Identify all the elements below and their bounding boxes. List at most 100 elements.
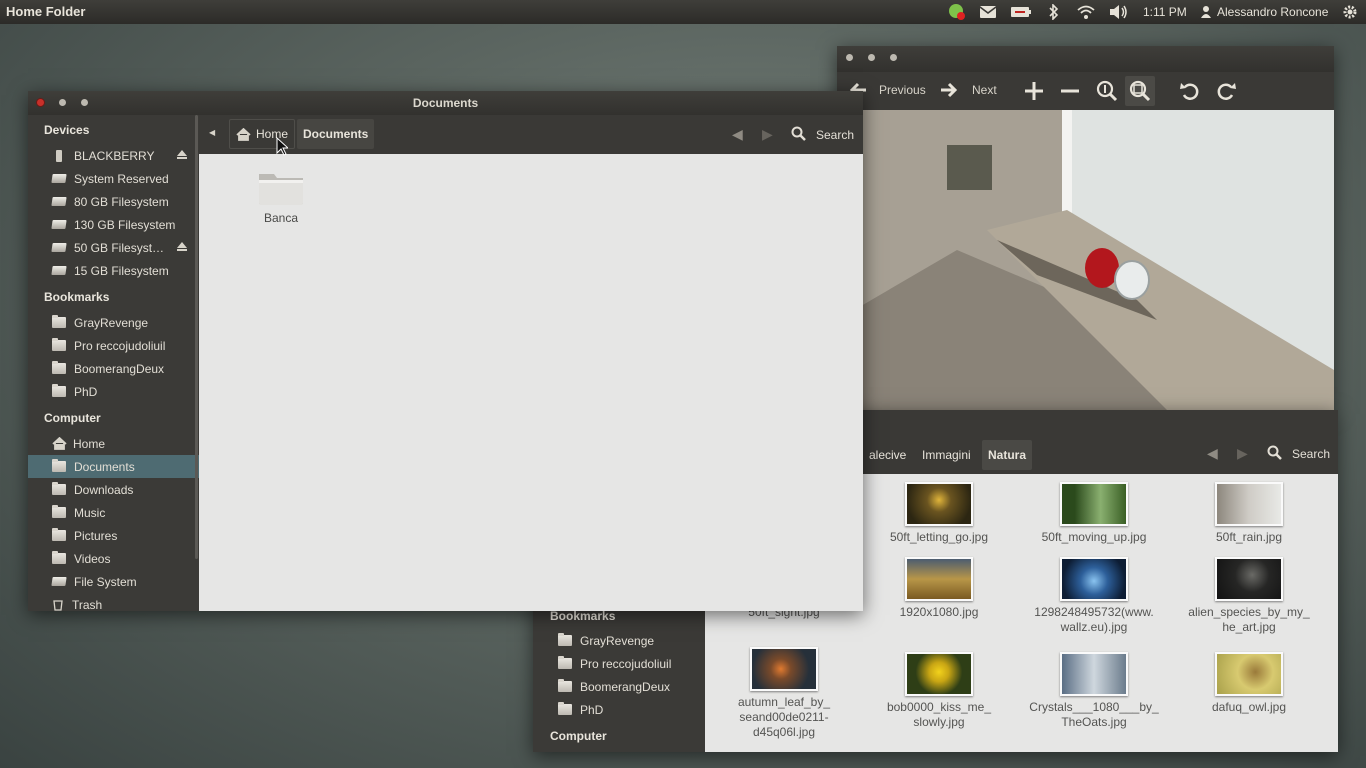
image-thumbnail xyxy=(1215,557,1283,601)
search-icon[interactable] xyxy=(1267,445,1283,464)
file-item[interactable]: alien_species_by_my_ he_art.jpg xyxy=(1173,557,1325,635)
sidebar-item-boomerangdeux[interactable]: BoomerangDeux xyxy=(558,675,670,698)
sidebar-item-phd[interactable]: PhD xyxy=(558,698,603,721)
sidebar-item-label: BoomerangDeux xyxy=(74,361,165,376)
minimize-button[interactable] xyxy=(868,54,875,61)
sidebar-item-50gb[interactable]: 50 GB Filesyst… xyxy=(51,236,164,259)
file-item[interactable]: autumn_leaf_by_ seand00de0211- d45q06l.j… xyxy=(708,647,860,740)
sidebar-item-phd[interactable]: PhD xyxy=(52,380,97,403)
user-name[interactable]: Alessandro Roncone xyxy=(1217,5,1328,19)
sidebar-item-label: GrayRevenge xyxy=(580,633,655,648)
sidebar-item-label: Videos xyxy=(74,551,111,566)
rotate-left-icon[interactable] xyxy=(1179,80,1201,105)
rotate-right-icon[interactable] xyxy=(1215,80,1237,105)
zoom-in-icon[interactable] xyxy=(1023,80,1045,105)
sidebar-item-label: 15 GB Filesystem xyxy=(74,263,169,278)
sidebar-item-80gb[interactable]: 80 GB Filesystem xyxy=(51,190,169,213)
computer-header: Computer xyxy=(44,411,101,425)
sidebar-item-grayrevenge[interactable]: GrayRevenge xyxy=(558,629,654,652)
file-item[interactable]: 50ft_letting_go.jpg xyxy=(863,482,1015,545)
volume-icon[interactable] xyxy=(1107,3,1129,21)
file-item[interactable]: Crystals___1080___by_ TheOats.jpg xyxy=(1018,652,1170,730)
sidebar-item-documents[interactable]: Documents xyxy=(28,455,199,478)
sidebar-item-system-reserved[interactable]: System Reserved xyxy=(51,167,169,190)
file-view[interactable]: Banca xyxy=(199,154,863,611)
normal-size-icon[interactable] xyxy=(1095,79,1119,106)
image-thumbnail xyxy=(750,647,818,691)
back-arrow-icon[interactable]: ◀ xyxy=(732,126,743,143)
messaging-indicator-icon[interactable] xyxy=(947,3,967,21)
folder-icon xyxy=(52,384,66,397)
maximize-button[interactable] xyxy=(890,54,897,61)
sidebar-item-grayrevenge[interactable]: GrayRevenge xyxy=(52,311,148,334)
sidebar-item-label: 80 GB Filesystem xyxy=(74,194,169,209)
breadcrumb-alecive[interactable]: alecive xyxy=(863,440,912,470)
breadcrumb-documents[interactable]: Documents xyxy=(297,119,375,149)
sidebar-item-label: BLACKBERRY xyxy=(74,148,155,163)
wifi-icon[interactable] xyxy=(1075,3,1097,21)
sidebar-item-trash[interactable]: Trash xyxy=(52,593,102,616)
sidebar-item-videos[interactable]: Videos xyxy=(52,547,110,570)
file-name: 50ft_moving_up.jpg xyxy=(1041,530,1147,544)
sidebar-scrollbar[interactable] xyxy=(195,115,198,559)
search-icon[interactable] xyxy=(791,126,807,145)
clock[interactable]: 1:11 PM xyxy=(1143,5,1187,19)
sidebar-item-130gb[interactable]: 130 GB Filesystem xyxy=(51,213,175,236)
sidebar-item-music[interactable]: Music xyxy=(52,501,105,524)
sidebar-item-boomerangdeux[interactable]: BoomerangDeux xyxy=(52,357,164,380)
file-item[interactable]: 1920x1080.jpg xyxy=(863,557,1015,620)
file-item[interactable]: bob0000_kiss_me_ slowly.jpg xyxy=(863,652,1015,730)
drive-icon xyxy=(51,577,67,586)
file-item[interactable]: 50ft_rain.jpg xyxy=(1173,482,1325,545)
search-button[interactable]: Search xyxy=(1292,447,1330,461)
sidebar-item-label: System Reserved xyxy=(74,171,169,186)
folder-icon xyxy=(558,679,572,692)
best-fit-icon[interactable] xyxy=(1125,76,1155,106)
mail-icon[interactable] xyxy=(978,3,998,21)
next-button[interactable]: Next xyxy=(972,83,997,97)
home-icon xyxy=(52,437,67,450)
folder-icon xyxy=(558,702,572,715)
path-left-arrow-icon[interactable]: ◀ xyxy=(209,128,215,137)
file-item[interactable]: dafuq_owl.jpg xyxy=(1173,652,1325,715)
breadcrumb-natura[interactable]: Natura xyxy=(982,440,1033,470)
battery-icon[interactable] xyxy=(1010,3,1032,21)
file-name: 50ft_rain.jpg xyxy=(1215,530,1283,544)
sidebar-item-downloads[interactable]: Downloads xyxy=(52,478,133,501)
file-name: autumn_leaf_by_ seand00de0211- d45q06l.j… xyxy=(737,695,831,739)
eject-icon[interactable] xyxy=(177,150,187,159)
breadcrumb-immagini[interactable]: Immagini xyxy=(916,440,977,470)
file-manager-window: Documents Devices BLACKBERRY System Rese… xyxy=(28,91,863,612)
bookmarks-header: Bookmarks xyxy=(550,609,616,623)
gear-icon[interactable] xyxy=(1340,3,1360,21)
sidebar-item-label: Music xyxy=(74,505,106,520)
file-item-banca[interactable]: Banca xyxy=(251,170,311,225)
next-icon[interactable] xyxy=(940,81,960,102)
file-item[interactable]: 50ft_moving_up.jpg xyxy=(1018,482,1170,545)
sidebar-item-pictures[interactable]: Pictures xyxy=(52,524,117,547)
close-button[interactable] xyxy=(846,54,853,61)
sidebar-item-home[interactable]: Home xyxy=(52,432,105,455)
sidebar-item-label: File System xyxy=(74,574,137,589)
forward-arrow-icon[interactable]: ▶ xyxy=(1237,445,1248,462)
folder-icon xyxy=(52,482,66,495)
sidebar-item-15gb[interactable]: 15 GB Filesystem xyxy=(51,259,169,282)
sidebar-item-pro-reccojudoliuil[interactable]: Pro reccojudoliuil xyxy=(52,334,165,357)
image-canvas[interactable] xyxy=(837,110,1334,410)
zoom-out-icon[interactable] xyxy=(1059,80,1081,105)
sidebar-item-file-system[interactable]: File System xyxy=(51,570,137,593)
sidebar-item-label: PhD xyxy=(74,384,98,399)
forward-arrow-icon[interactable]: ▶ xyxy=(762,126,773,143)
folder-icon xyxy=(52,315,66,328)
search-button[interactable]: Search xyxy=(816,128,854,142)
bluetooth-icon[interactable] xyxy=(1046,3,1062,21)
back-arrow-icon[interactable]: ◀ xyxy=(1207,445,1218,462)
sidebar-item-blackberry[interactable]: BLACKBERRY xyxy=(52,144,154,167)
eject-icon[interactable] xyxy=(177,242,187,251)
previous-button[interactable]: Previous xyxy=(879,83,926,97)
file-name: alien_species_by_my_ he_art.jpg xyxy=(1188,605,1310,634)
sidebar-item-pro-reccojudoliuil[interactable]: Pro reccojudoliuil xyxy=(558,652,671,675)
image-thumbnail xyxy=(1060,652,1128,696)
sidebar-item-label: PhD xyxy=(580,702,604,717)
file-item[interactable]: 1298248495732(www. wallz.eu).jpg xyxy=(1018,557,1170,635)
